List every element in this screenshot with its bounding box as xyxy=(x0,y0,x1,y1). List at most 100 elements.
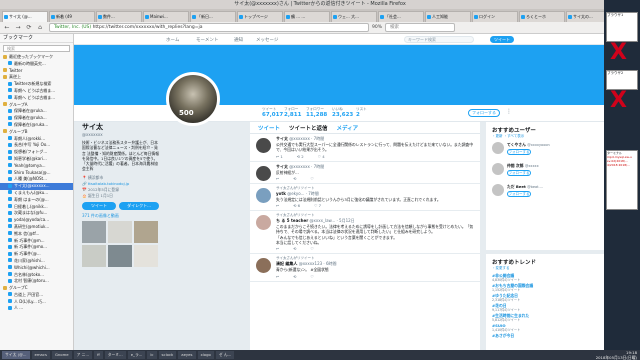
reply-icon[interactable]: ↩ 1 xyxy=(276,154,283,159)
browser-tab[interactable]: サイ太 (@... xyxy=(2,11,48,22)
bookmark-item[interactable]: 保障者在@ruka... xyxy=(0,108,73,115)
browser-tab[interactable]: ろくとーホ xyxy=(519,11,565,22)
reload-button[interactable]: ⟳ xyxy=(25,24,33,32)
browser-tab[interactable]: トップページ xyxy=(237,11,283,22)
taskbar-item[interactable]: Gnome xyxy=(51,351,72,359)
bookmark-item[interactable]: 次蔵まはな(@fu... xyxy=(0,210,73,217)
bookmark-folder[interactable]: 最近使ったブックマーク xyxy=(0,54,73,61)
suggested-user-avatar[interactable] xyxy=(492,184,504,196)
tab-tweets-replies[interactable]: ツイートと返信 xyxy=(289,124,328,132)
bookmark-item[interactable]: 仮想者/フォトグ... xyxy=(0,149,73,156)
tab-tweets[interactable]: ツイート xyxy=(258,124,280,132)
photo-thumb[interactable] xyxy=(82,220,106,243)
retweet-icon[interactable]: ⟲ xyxy=(293,246,296,251)
suggested-user-avatar[interactable] xyxy=(492,142,504,154)
bookmark-item[interactable]: 新 巧事件(@... xyxy=(0,251,73,258)
suggested-user-avatar[interactable] xyxy=(492,163,504,175)
taskbar-item[interactable]: ターミ... xyxy=(104,351,126,359)
site-identity[interactable]: Twitter, Inc. (US) xyxy=(54,25,91,30)
reply-icon[interactable]: ↩ xyxy=(276,203,279,208)
retweet-icon[interactable]: ⟲ xyxy=(293,176,296,181)
nav-home[interactable]: ホーム xyxy=(166,37,179,43)
desktop-window-2[interactable]: ブラウザ2 xyxy=(606,70,638,90)
browser-tab[interactable]: 鶴 ... ... xyxy=(284,11,330,22)
taskbar-item[interactable]: ff xyxy=(94,351,103,359)
trends-change-link[interactable]: ・変更する xyxy=(492,266,598,271)
profile-stat[interactable]: リスト 2 xyxy=(356,107,367,118)
profile-handle[interactable]: @xxxxxxx xyxy=(82,132,160,137)
bookmark-item[interactable]: 人種 美(@NOSt... xyxy=(0,176,73,183)
nav-messages[interactable]: メッセージ xyxy=(256,37,278,43)
browser-tab[interactable]: ウェ... 大... xyxy=(331,11,377,22)
bookmark-folder[interactable]: グループC xyxy=(0,285,73,292)
tweet-author[interactable]: yotk xyxy=(276,191,286,196)
follow-button[interactable]: フォローする xyxy=(468,109,500,117)
nav-notifications[interactable]: 通知 xyxy=(234,37,243,43)
tweet-avatar[interactable] xyxy=(256,138,271,153)
suggested-user-name[interactable]: 仲間 次郎 @xxxxx xyxy=(507,163,539,169)
desktop-window-1[interactable]: ブラウザ1 xyxy=(606,12,638,42)
bookmark-item[interactable]: 新 巧事件(@mo... xyxy=(0,244,73,251)
profile-avatar[interactable]: 500 xyxy=(166,72,220,126)
profile-tweet-button[interactable]: ツイート xyxy=(82,201,116,210)
tweet-author[interactable]: サイ太 xyxy=(276,136,288,141)
desktop-window-3[interactable]: ターミナル mpd-mysql-sw-u sv-02(2018/... 4/20… xyxy=(606,150,638,210)
tab-media[interactable]: メディア xyxy=(337,124,359,132)
tweet-avatar[interactable] xyxy=(256,258,271,274)
follow-suggested-button[interactable]: フォローする xyxy=(507,149,531,155)
twitter-search-input[interactable]: キーワード検索 xyxy=(404,36,474,43)
bookmark-item[interactable]: 最新の時間英究... xyxy=(0,61,73,68)
bookmark-folder[interactable]: グループB xyxy=(0,129,73,136)
trend-item[interactable]: #あさが今日 xyxy=(492,333,598,338)
home-button[interactable]: ⌂ xyxy=(36,24,44,32)
photo-thumb[interactable] xyxy=(134,220,158,243)
profile-stat[interactable]: フォロー 2,811 xyxy=(284,107,301,118)
taskbar-item[interactable]: e_ラ... xyxy=(127,351,146,359)
taskbar-item[interactable]: ゼ ん... xyxy=(215,351,235,359)
tweet-author[interactable]: サイ太 xyxy=(276,164,288,169)
bookmark-item[interactable]: 新 巧事件(@m... xyxy=(0,238,73,245)
bookmark-folder[interactable]: グループA xyxy=(0,102,73,109)
bookmark-item[interactable]: Yeah(@tomya... xyxy=(0,163,73,170)
url-bar[interactable]: Twitter, Inc. (US) https://twitter.com/x… xyxy=(49,23,369,32)
bookmark-item[interactable]: 古名林(@toko... xyxy=(0,272,73,279)
tweet-item[interactable]: サイ太さんがリツイート 清記 編集人 @xxxxx123 · 6時間 青から(新選な… xyxy=(250,254,480,282)
retweet-icon[interactable]: ⟲ xyxy=(293,274,296,279)
browser-tab[interactable]: Mainwi... xyxy=(143,11,189,22)
follow-suggested-button[interactable]: フォローする xyxy=(507,170,531,176)
tweet-item[interactable]: サイ太 @xxxxxxx · 7時間 公共交通でも実行大型スーパーに全通行関係のレ… xyxy=(250,134,480,162)
suggested-user-name[interactable]: ただ Beet @beat.... xyxy=(507,184,543,190)
bookmark-item[interactable]: Twitterの新規な検索 xyxy=(0,81,73,88)
bookmark-item[interactable]: 熊本 信(@tf... xyxy=(0,231,73,238)
bookmark-item[interactable]: 人 D(L)(Ly... 巧... xyxy=(0,299,73,306)
more-options-icon[interactable]: ⋮ xyxy=(506,108,512,115)
suggested-user[interactable]: てくやさん @xxxxyooon フォローする xyxy=(492,142,598,160)
direct-message-button[interactable]: ダイレクト... xyxy=(119,201,159,210)
tweet-item[interactable]: サイ太 @xxxxxxx · 7時間 反射神経が… ↩ ⟲ ♡ xyxy=(250,162,480,184)
red-x-icon[interactable]: X xyxy=(610,40,627,65)
photo-thumb[interactable] xyxy=(134,244,158,267)
bookmark-item[interactable]: 寿朗へ どうば古雑ま... xyxy=(0,95,73,102)
back-button[interactable]: ← xyxy=(3,24,11,32)
browser-tab[interactable]: 新着 (49 xyxy=(49,11,95,22)
browser-search-input[interactable]: 検索 xyxy=(385,23,456,32)
taskbar-item[interactable]: aeyes xyxy=(178,351,196,359)
bookmark-item[interactable]: 花川家(@hishi... xyxy=(0,258,73,265)
bookmark-folder[interactable]: 真逆上 xyxy=(0,74,73,81)
taskbar-item[interactable]: lc xyxy=(147,351,157,359)
suggested-user-name[interactable]: てくやさん @xxxxyooon xyxy=(507,142,550,148)
tweet-item[interactable]: サイ太さんがリツイートち る 5 teacher @xxxx_law... · … xyxy=(250,211,480,255)
reply-icon[interactable]: ↩ xyxy=(276,274,279,279)
forward-button[interactable]: → xyxy=(14,24,22,32)
taskbar-item[interactable]: sclock xyxy=(158,351,177,359)
photo-thumb[interactable] xyxy=(108,244,132,267)
sidebar-search-input[interactable]: 検索 xyxy=(3,45,70,52)
bookmark-item[interactable]: 古道上 戸田官... xyxy=(0,292,73,299)
photo-thumb[interactable] xyxy=(82,244,106,267)
bookmark-item[interactable]: 知恵学者(@kari... xyxy=(0,156,73,163)
bookmark-item[interactable]: 人 ... xyxy=(0,305,73,312)
bookmark-item[interactable]: 日経着し(@nikk... xyxy=(0,204,73,211)
bookmark-item[interactable]: 長合(中写 Yoji Oo... xyxy=(0,142,73,149)
photos-link[interactable]: 371 件の画像と動画 xyxy=(82,213,160,219)
profile-stat[interactable]: ツイート 67,017 xyxy=(262,107,283,118)
